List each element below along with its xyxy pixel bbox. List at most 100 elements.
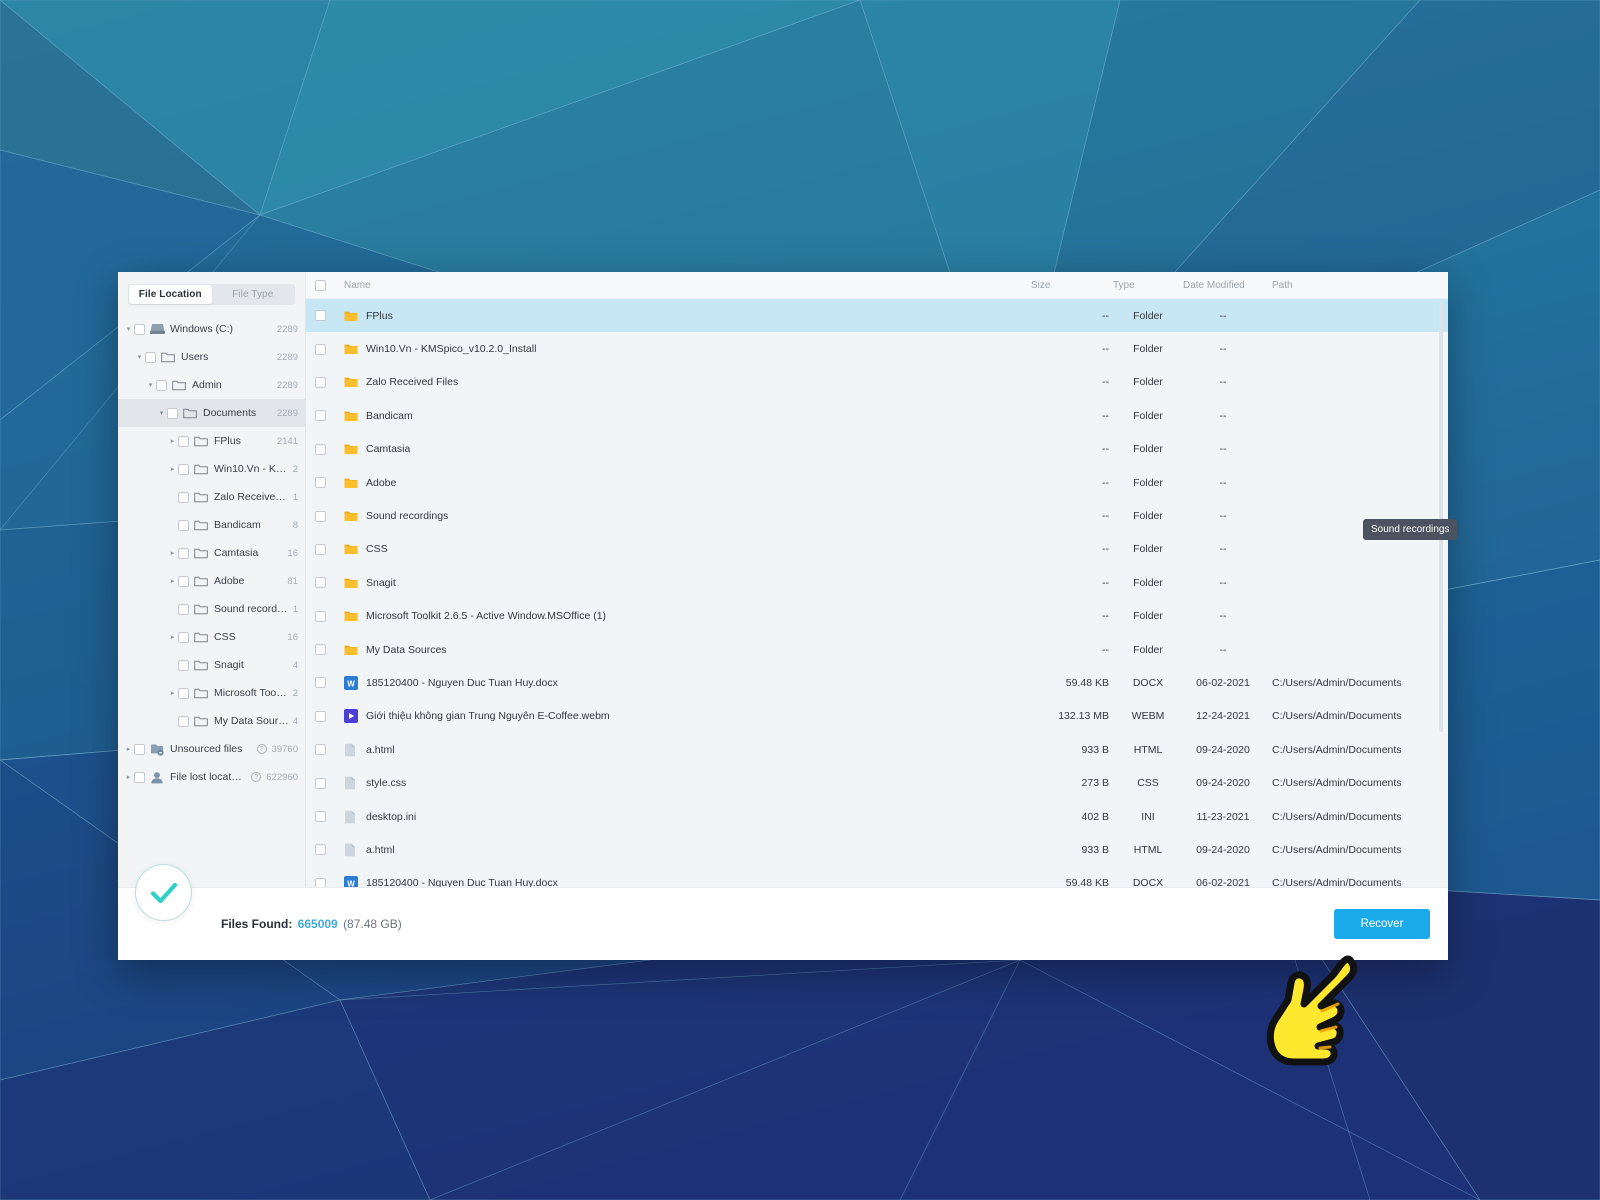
chevron-right-icon[interactable] (167, 577, 178, 585)
tree-item[interactable]: CSS 16 (118, 623, 305, 651)
table-row[interactable]: W 185120400 - Nguyen Duc Tuan Huy.docx 59.… (306, 867, 1448, 887)
tree-item-checkbox[interactable] (145, 351, 156, 363)
chevron-right-icon[interactable] (167, 437, 178, 445)
table-row[interactable]: Sound recordings -- Folder -- (306, 499, 1448, 532)
row-checkbox[interactable] (315, 877, 326, 887)
chevron-right-icon[interactable] (123, 745, 134, 753)
chevron-right-icon[interactable] (167, 549, 178, 557)
table-row[interactable]: Microsoft Toolkit 2.6.5 - Active Window.… (306, 600, 1448, 633)
tree-item-checkbox[interactable] (134, 323, 145, 335)
row-checkbox[interactable] (315, 343, 326, 355)
row-checkbox[interactable] (315, 410, 326, 422)
table-row[interactable]: style.css 273 B CSS 09-24-2020 C:/Users/Admi… (306, 766, 1448, 799)
row-checkbox[interactable] (315, 644, 326, 656)
table-row[interactable]: W 185120400 - Nguyen Duc Tuan Huy.docx 59.… (306, 666, 1448, 699)
row-checkbox[interactable] (315, 677, 326, 689)
row-checkbox[interactable] (315, 376, 326, 388)
tree-item[interactable]: Unsourced files? 39760 (118, 735, 305, 763)
chevron-right-icon[interactable] (167, 689, 178, 697)
chevron-down-icon[interactable] (145, 381, 156, 389)
table-row[interactable]: Giới thiệu không gian Trung Nguyên E-Cof… (306, 700, 1448, 733)
help-icon[interactable]: ? (251, 772, 262, 782)
chevron-down-icon[interactable] (156, 409, 167, 417)
table-row[interactable]: Win10.Vn - KMSpico_v10.2.0_Install -- Fold… (306, 332, 1448, 365)
tree-item-checkbox[interactable] (178, 547, 189, 559)
tree-item[interactable]: Microsoft Toolki...2 (118, 679, 305, 707)
chevron-right-icon[interactable] (167, 633, 178, 641)
recover-button[interactable]: Recover (1334, 909, 1430, 939)
tree-item[interactable]: Users 2289 (118, 343, 305, 371)
select-all-checkbox[interactable] (315, 279, 326, 291)
row-name-label: My Data Sources (366, 643, 447, 656)
row-checkbox[interactable] (315, 710, 326, 722)
table-row[interactable]: Bandicam -- Folder -- (306, 399, 1448, 432)
column-header-type[interactable]: Type (1113, 280, 1183, 291)
table-row[interactable]: Adobe -- Folder -- (306, 466, 1448, 499)
tree-item[interactable]: Camtasia 16 (118, 539, 305, 567)
tree-item-count: 2289 (276, 407, 298, 419)
tree-item[interactable]: FPlus 2141 (118, 427, 305, 455)
tree-item-checkbox[interactable] (134, 771, 145, 783)
table-row[interactable]: FPlus -- Folder -- (306, 299, 1448, 333)
row-checkbox[interactable] (315, 777, 326, 789)
column-header-size[interactable]: Size (1029, 280, 1113, 291)
tree-item-checkbox[interactable] (178, 491, 189, 503)
tree-item-checkbox[interactable] (178, 715, 189, 727)
row-checkbox[interactable] (315, 744, 326, 756)
tree-item[interactable]: Zalo Received Fil...1 (118, 483, 305, 511)
tree-item[interactable]: Win10.Vn - KMS...2 (118, 455, 305, 483)
column-header-name[interactable]: Name (337, 280, 1029, 291)
tab-file-location[interactable]: File Location (129, 285, 212, 304)
tree-item[interactable]: Sound recordings 1 (118, 595, 305, 623)
row-checkbox[interactable] (315, 844, 326, 856)
tree-item[interactable]: Documents 2289 (118, 399, 305, 427)
chevron-right-icon[interactable] (123, 773, 134, 781)
tree-item[interactable]: File lost location? 622960 (118, 763, 305, 791)
tree-item-checkbox[interactable] (167, 407, 178, 419)
row-checkbox[interactable] (315, 477, 326, 489)
help-icon[interactable]: ? (256, 744, 267, 754)
row-checkbox[interactable] (315, 610, 326, 622)
table-row[interactable]: My Data Sources -- Folder -- (306, 633, 1448, 666)
tree-item-checkbox[interactable] (178, 463, 189, 475)
row-checkbox[interactable] (315, 443, 326, 455)
table-row[interactable]: CSS -- Folder -- (306, 533, 1448, 566)
tree-item[interactable]: Admin 2289 (118, 371, 305, 399)
tree-item-checkbox[interactable] (134, 743, 145, 755)
row-checkbox[interactable] (315, 310, 326, 322)
tree-item-checkbox[interactable] (178, 687, 189, 699)
table-row[interactable]: a.html 933 B HTML 09-24-2020 C:/Users/Admin/… (306, 733, 1448, 766)
tree-item-checkbox[interactable] (178, 659, 189, 671)
tree-item-checkbox[interactable] (178, 631, 189, 643)
file-list-scrollbar[interactable] (1439, 302, 1443, 732)
tree-item-checkbox[interactable] (178, 435, 189, 447)
unsourced-icon (150, 743, 165, 756)
table-row[interactable]: desktop.ini 402 B INI 11-23-2021 C:/Users/Ad… (306, 800, 1448, 833)
table-row[interactable]: Camtasia -- Folder -- (306, 433, 1448, 466)
tree-item-checkbox[interactable] (178, 575, 189, 587)
tab-file-type[interactable]: File Type (212, 285, 295, 304)
table-row[interactable]: a.html 933 B HTML 09-24-2020 C:/Users/Admin/… (306, 833, 1448, 866)
file-icon (344, 810, 358, 824)
table-row[interactable]: Snagit -- Folder -- (306, 566, 1448, 599)
tree-item[interactable]: Bandicam 8 (118, 511, 305, 539)
tree-item[interactable]: Adobe 81 (118, 567, 305, 595)
column-header-path[interactable]: Path (1263, 280, 1448, 291)
tree-item-checkbox[interactable] (178, 519, 189, 531)
column-header-date-modified[interactable]: Date Modified (1183, 280, 1263, 291)
table-row[interactable]: Zalo Received Files -- Folder -- (306, 366, 1448, 399)
row-checkbox[interactable] (315, 543, 326, 555)
chevron-right-icon[interactable] (167, 465, 178, 473)
tree-item[interactable]: Windows (C:) 2289 (118, 315, 305, 343)
chevron-down-icon[interactable] (123, 325, 134, 333)
row-checkbox[interactable] (315, 510, 326, 522)
tree-item-checkbox[interactable] (178, 603, 189, 615)
chevron-down-icon[interactable] (134, 353, 145, 361)
tree-item[interactable]: My Data Sources 4 (118, 707, 305, 735)
tree-item[interactable]: Snagit 4 (118, 651, 305, 679)
row-checkbox[interactable] (315, 577, 326, 589)
tree-item-checkbox[interactable] (156, 379, 167, 391)
row-type-cell: Folder (1133, 376, 1163, 389)
tree-item-count: 1 (292, 491, 298, 503)
row-checkbox[interactable] (315, 811, 326, 823)
